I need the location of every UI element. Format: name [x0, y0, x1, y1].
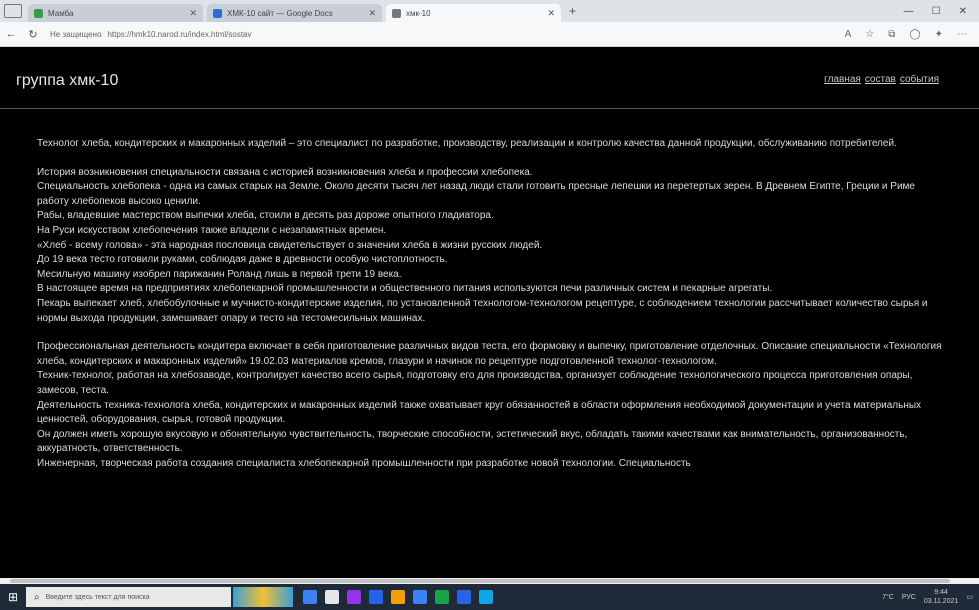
back-icon[interactable]: ←	[0, 28, 22, 40]
refresh-icon[interactable]: ↻	[22, 28, 44, 41]
tab-favicon-icon	[392, 8, 401, 18]
paragraph: Профессиональная деятельность кондитера …	[37, 341, 942, 367]
paragraph: Рабы, владевшие мастерством выпечки хлеб…	[37, 210, 494, 222]
paragraph: До 19 века тесто готовили руками, соблюд…	[37, 254, 448, 266]
language-indicator[interactable]: РУС	[902, 594, 916, 601]
browser-tab[interactable]: ХМК-10 сайт — Google Docs ✕	[207, 4, 382, 22]
taskbar-search-placeholder: Введите здесь текст для поиска	[45, 593, 150, 601]
browser-tab[interactable]: хмк-10 ✕	[386, 4, 561, 22]
tab-favicon-icon	[34, 8, 43, 18]
tab-favicon-icon	[213, 8, 222, 18]
scrollbar-thumb[interactable]	[10, 579, 950, 583]
taskbar-app-icon[interactable]	[391, 590, 405, 604]
browser-toolbar: A ☆ ⧉ ◯ ✦ ⋯	[845, 29, 979, 40]
site-header: группа хмк-10 главная состав события	[0, 47, 979, 109]
browser-tab[interactable]: Мамба ✕	[28, 4, 203, 22]
close-tab-icon[interactable]: ✕	[547, 8, 555, 19]
taskbar: ⊞ ⌕ Введите здесь текст для поиска 7°C Р…	[0, 584, 979, 610]
paragraph: История возникновения специальности связ…	[37, 166, 533, 178]
menu-icon[interactable]: ⋯	[957, 29, 967, 40]
taskbar-app-icon[interactable]	[479, 590, 493, 604]
browser-tab-strip: Мамба ✕ ХМК-10 сайт — Google Docs ✕ хмк-10 ✕ …	[0, 0, 979, 22]
taskbar-app-icon[interactable]	[369, 590, 383, 604]
paragraph: Месильную машину изобрел парижанин Ролан…	[37, 268, 402, 280]
collections-icon[interactable]: ⧉	[888, 29, 895, 40]
tab-list: Мамба ✕ ХМК-10 сайт — Google Docs ✕ хмк-10 ✕	[24, 4, 561, 22]
tab-actions-button[interactable]	[4, 4, 22, 18]
minimize-button[interactable]: —	[904, 6, 914, 17]
paragraph: Техник-технолог, работая на хлебозаводе,…	[37, 370, 913, 396]
taskbar-app-icon[interactable]	[347, 590, 361, 604]
taskbar-apps	[303, 590, 493, 604]
favorite-star-icon[interactable]: ☆	[865, 29, 874, 40]
start-button[interactable]: ⊞	[0, 590, 26, 604]
paragraph: «Хлеб - всему голова» - эта народная пос…	[37, 239, 543, 251]
weather-text[interactable]: 7°C	[882, 594, 894, 601]
paragraph: Специальность хлебопека - одна из самых …	[37, 181, 915, 207]
site-nav: главная состав события	[824, 74, 939, 85]
taskbar-app-icon[interactable]	[435, 590, 449, 604]
taskbar-search-box[interactable]: ⌕ Введите здесь текст для поиска	[26, 587, 231, 607]
nav-link-home[interactable]: главная	[824, 74, 861, 85]
tab-title: Мамба	[48, 8, 74, 18]
window-controls: — ☐ ✕	[904, 6, 979, 22]
address-bar: ← ↻ Не защищено https://hmk10.narod.ru/i…	[0, 22, 979, 47]
clock-date: 03.11.2021	[923, 598, 959, 605]
taskbar-app-icon[interactable]	[413, 590, 427, 604]
close-window-button[interactable]: ✕	[959, 6, 967, 17]
read-aloud-icon[interactable]: A	[845, 29, 852, 40]
paragraph: В настоящее время на предприятиях хлебоп…	[37, 283, 773, 295]
nav-link-events[interactable]: события	[900, 74, 939, 85]
extensions-icon[interactable]: ✦	[935, 29, 943, 40]
tab-title: ХМК-10 сайт — Google Docs	[227, 8, 333, 18]
close-tab-icon[interactable]: ✕	[368, 8, 376, 19]
tab-title: хмк-10	[406, 8, 431, 18]
search-icon: ⌕	[34, 591, 40, 603]
url-text: https://hmk10.narod.ru/index.html/sostav	[107, 29, 252, 39]
taskbar-app-icon[interactable]	[457, 590, 471, 604]
paragraph: Технолог хлеба, кондитерских и макаронны…	[37, 138, 897, 149]
site-title: группа хмк-10	[16, 72, 119, 89]
system-tray: 7°C РУС 9:44 03.11.2021 ▭	[882, 588, 979, 606]
clock[interactable]: 9:44 03.11.2021	[924, 588, 959, 606]
paragraph: Инженерная, творческая работа создания с…	[37, 457, 691, 469]
taskbar-app-icon[interactable]	[303, 590, 317, 604]
notifications-icon[interactable]: ▭	[966, 593, 973, 601]
search-highlight-image[interactable]	[233, 587, 293, 607]
profile-icon[interactable]: ◯	[909, 29, 920, 40]
close-tab-icon[interactable]: ✕	[189, 8, 197, 19]
nav-link-members[interactable]: состав	[865, 74, 896, 85]
paragraph: На Руси искусством хлебопечения также вл…	[37, 224, 387, 236]
article-content: Технолог хлеба, кондитерских и макаронны…	[37, 137, 942, 579]
paragraph: Он должен иметь хорошую вкусовую и обоня…	[37, 428, 908, 455]
security-label[interactable]: Не защищено	[50, 30, 101, 39]
paragraph: Пекарь выпекает хлеб, хлебобулочные и му…	[37, 297, 928, 324]
paragraph: Деятельность техника-технолога хлеба, ко…	[37, 399, 922, 426]
taskbar-app-icon[interactable]	[325, 590, 339, 604]
new-tab-button[interactable]: +	[569, 4, 576, 18]
clock-time: 9:44	[934, 589, 948, 596]
maximize-button[interactable]: ☐	[932, 6, 941, 17]
url-field[interactable]: Не защищено https://hmk10.narod.ru/index…	[50, 26, 610, 42]
